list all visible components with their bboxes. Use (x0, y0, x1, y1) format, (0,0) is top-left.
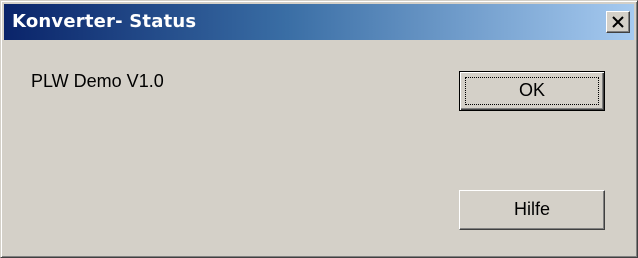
ok-button[interactable]: OK (459, 71, 605, 111)
title-bar[interactable]: Konverter- Status (4, 4, 634, 40)
help-button-label: Hilfe (513, 199, 550, 219)
window-title: Konverter- Status (12, 11, 197, 32)
help-button[interactable]: Hilfe (459, 190, 605, 230)
close-button[interactable] (606, 11, 630, 33)
close-icon (612, 16, 624, 28)
dialog-window: Konverter- Status PLW Demo V1.0 OK Hilfe (0, 0, 638, 258)
status-message: PLW Demo V1.0 (31, 71, 164, 91)
ok-button-label: OK (518, 80, 545, 100)
